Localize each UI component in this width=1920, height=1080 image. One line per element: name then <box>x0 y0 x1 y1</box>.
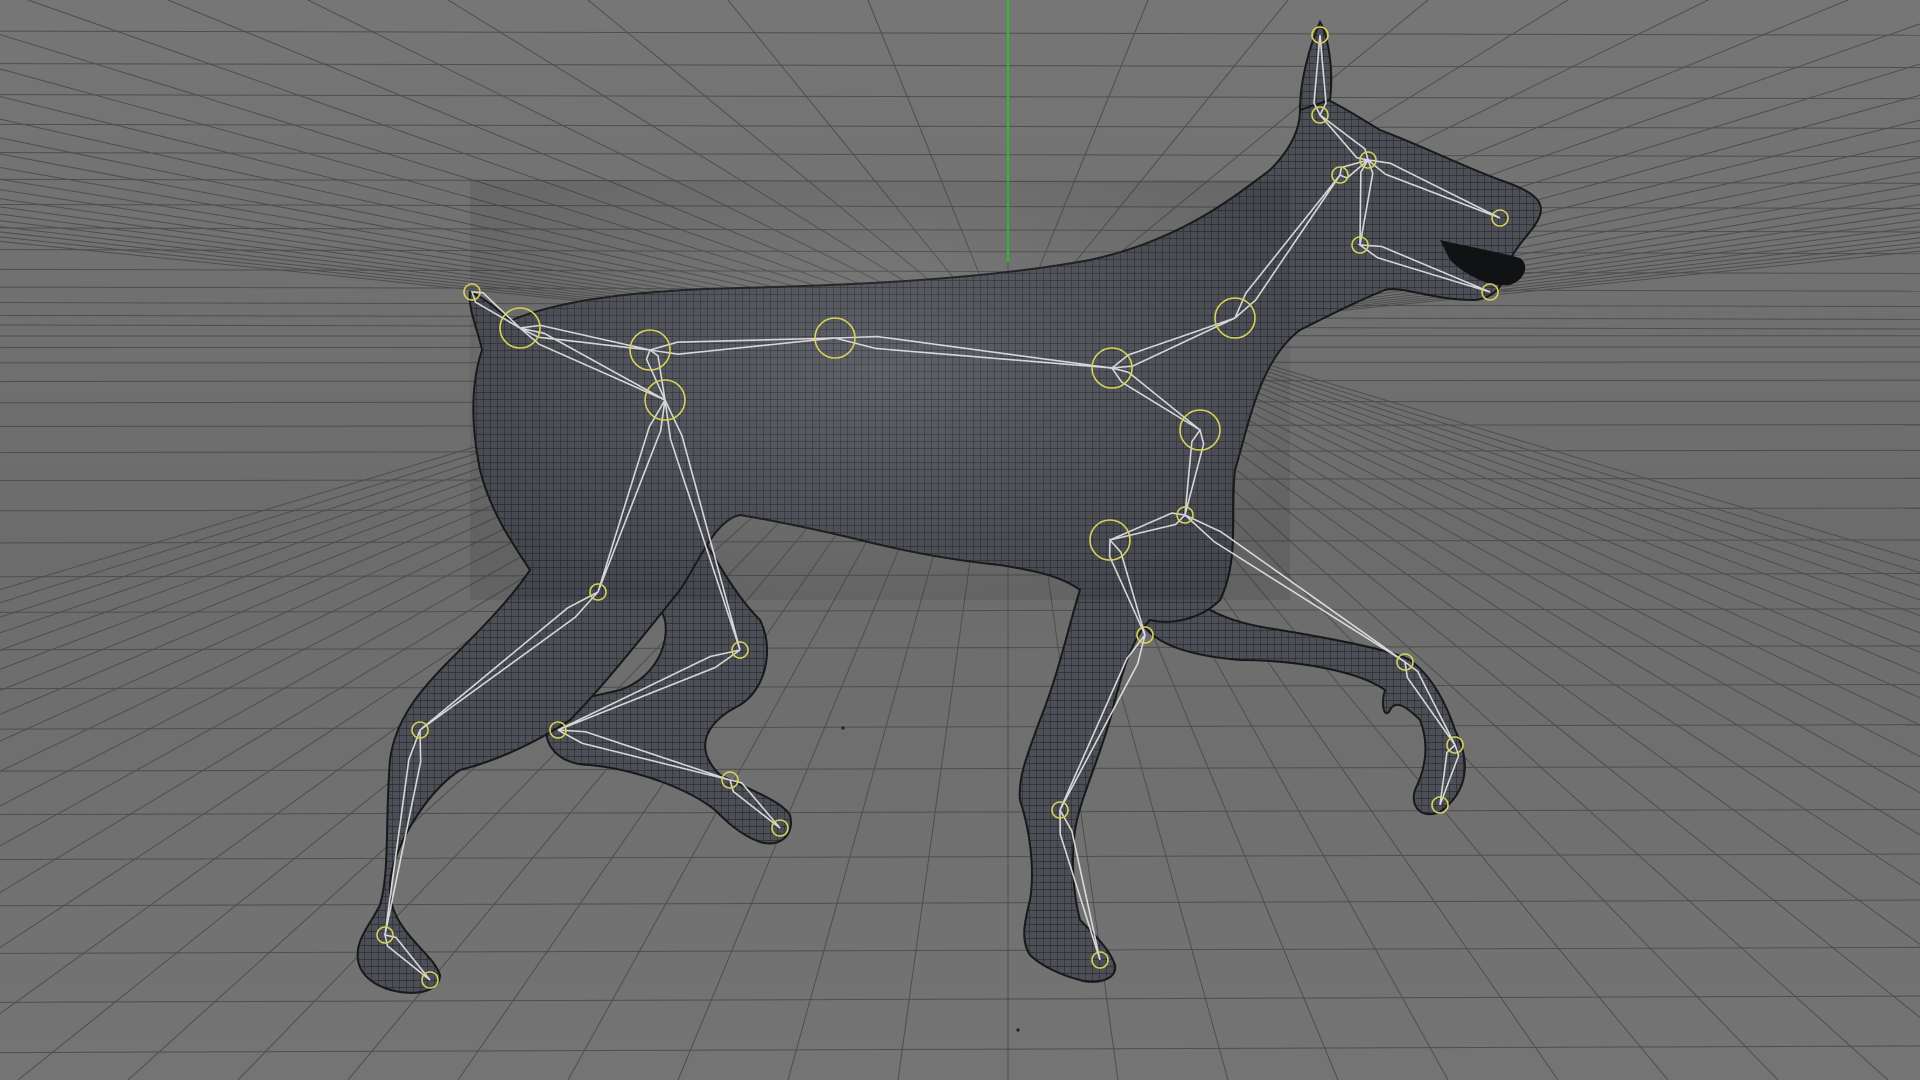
dog-body-shading <box>470 180 1290 600</box>
3d-viewport[interactable] <box>0 0 1920 1080</box>
viewport-canvas[interactable] <box>0 0 1920 1080</box>
viewport-dot <box>1016 1028 1020 1032</box>
viewport-dot <box>841 726 845 730</box>
